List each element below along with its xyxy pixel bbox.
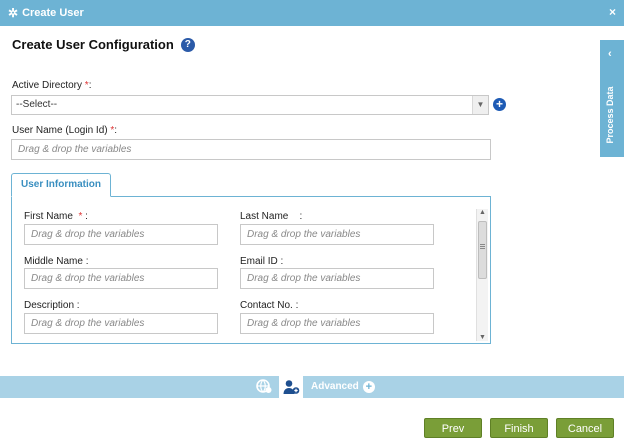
- required-marker: *: [78, 211, 83, 222]
- page-title-row: Create User Configuration ?: [12, 37, 195, 52]
- title-bar: ✲ Create User ×: [0, 0, 624, 26]
- middle-name-label: Middle Name :: [24, 256, 89, 267]
- chevron-left-icon[interactable]: ‹: [608, 48, 612, 60]
- scroll-down-icon[interactable]: ▼: [477, 334, 488, 341]
- active-directory-select[interactable]: --Select-- ▼: [11, 95, 489, 115]
- last-name-label-text: Last Name: [240, 211, 289, 222]
- prev-button[interactable]: Prev: [424, 418, 482, 438]
- grip-icon: [480, 244, 485, 245]
- contact-no-label: Contact No. :: [240, 300, 299, 311]
- label-colon: :: [85, 211, 88, 222]
- label-colon: :: [88, 80, 92, 91]
- label-colon: :: [299, 211, 303, 222]
- user-name-label: User Name (Login Id) *:: [12, 125, 117, 136]
- description-field[interactable]: Drag & drop the variables: [24, 313, 218, 334]
- finish-button[interactable]: Finish: [490, 418, 548, 438]
- gear-icon: ✲: [8, 6, 19, 20]
- active-directory-label-text: Active Directory: [12, 80, 83, 91]
- middle-name-field[interactable]: Drag & drop the variables: [24, 268, 218, 289]
- last-name-label: Last Name :: [240, 211, 302, 222]
- help-icon[interactable]: ?: [180, 37, 195, 52]
- first-name-field[interactable]: Drag & drop the variables: [24, 224, 218, 245]
- email-id-label: Email ID :: [240, 256, 284, 267]
- panel-scrollbar[interactable]: ▲ ▼: [476, 209, 488, 341]
- description-label: Description :: [24, 300, 80, 311]
- globe-svg: [256, 379, 272, 393]
- label-colon: :: [114, 125, 118, 136]
- first-name-label-text: First Name: [24, 211, 73, 222]
- close-icon[interactable]: ×: [609, 5, 616, 19]
- process-data-panel-toggle[interactable]: ‹ Process Data: [600, 40, 624, 157]
- dropdown-arrow-icon[interactable]: ▼: [472, 96, 488, 114]
- last-name-field[interactable]: Drag & drop the variables: [240, 224, 434, 245]
- user-name-field[interactable]: Drag & drop the variables: [11, 139, 491, 160]
- active-directory-label: Active Directory *:: [12, 80, 91, 91]
- user-name-label-text: User Name (Login Id): [12, 125, 108, 136]
- tab-user-information[interactable]: User Information: [11, 173, 111, 197]
- first-name-label: First Name * :: [24, 211, 88, 222]
- scroll-up-icon[interactable]: ▲: [477, 209, 488, 216]
- advanced-tab[interactable]: Advanced +: [311, 376, 375, 398]
- window-title: Create User: [22, 7, 84, 19]
- process-data-label: Process Data: [605, 86, 615, 144]
- page-title: Create User Configuration: [12, 37, 174, 52]
- scrollbar-thumb[interactable]: [478, 221, 487, 279]
- globe-settings-icon[interactable]: [255, 378, 273, 396]
- active-directory-value: --Select--: [16, 99, 58, 110]
- plus-circle-icon: +: [362, 381, 375, 393]
- email-id-field[interactable]: Drag & drop the variables: [240, 268, 434, 289]
- contact-no-field[interactable]: Drag & drop the variables: [240, 313, 434, 334]
- add-active-directory-button[interactable]: +: [493, 98, 506, 111]
- user-settings-tab[interactable]: [279, 376, 303, 398]
- cancel-button[interactable]: Cancel: [556, 418, 614, 438]
- advanced-label: Advanced: [311, 381, 359, 392]
- bottom-tab-bar: Advanced +: [0, 376, 624, 398]
- add-user-icon: [283, 380, 300, 394]
